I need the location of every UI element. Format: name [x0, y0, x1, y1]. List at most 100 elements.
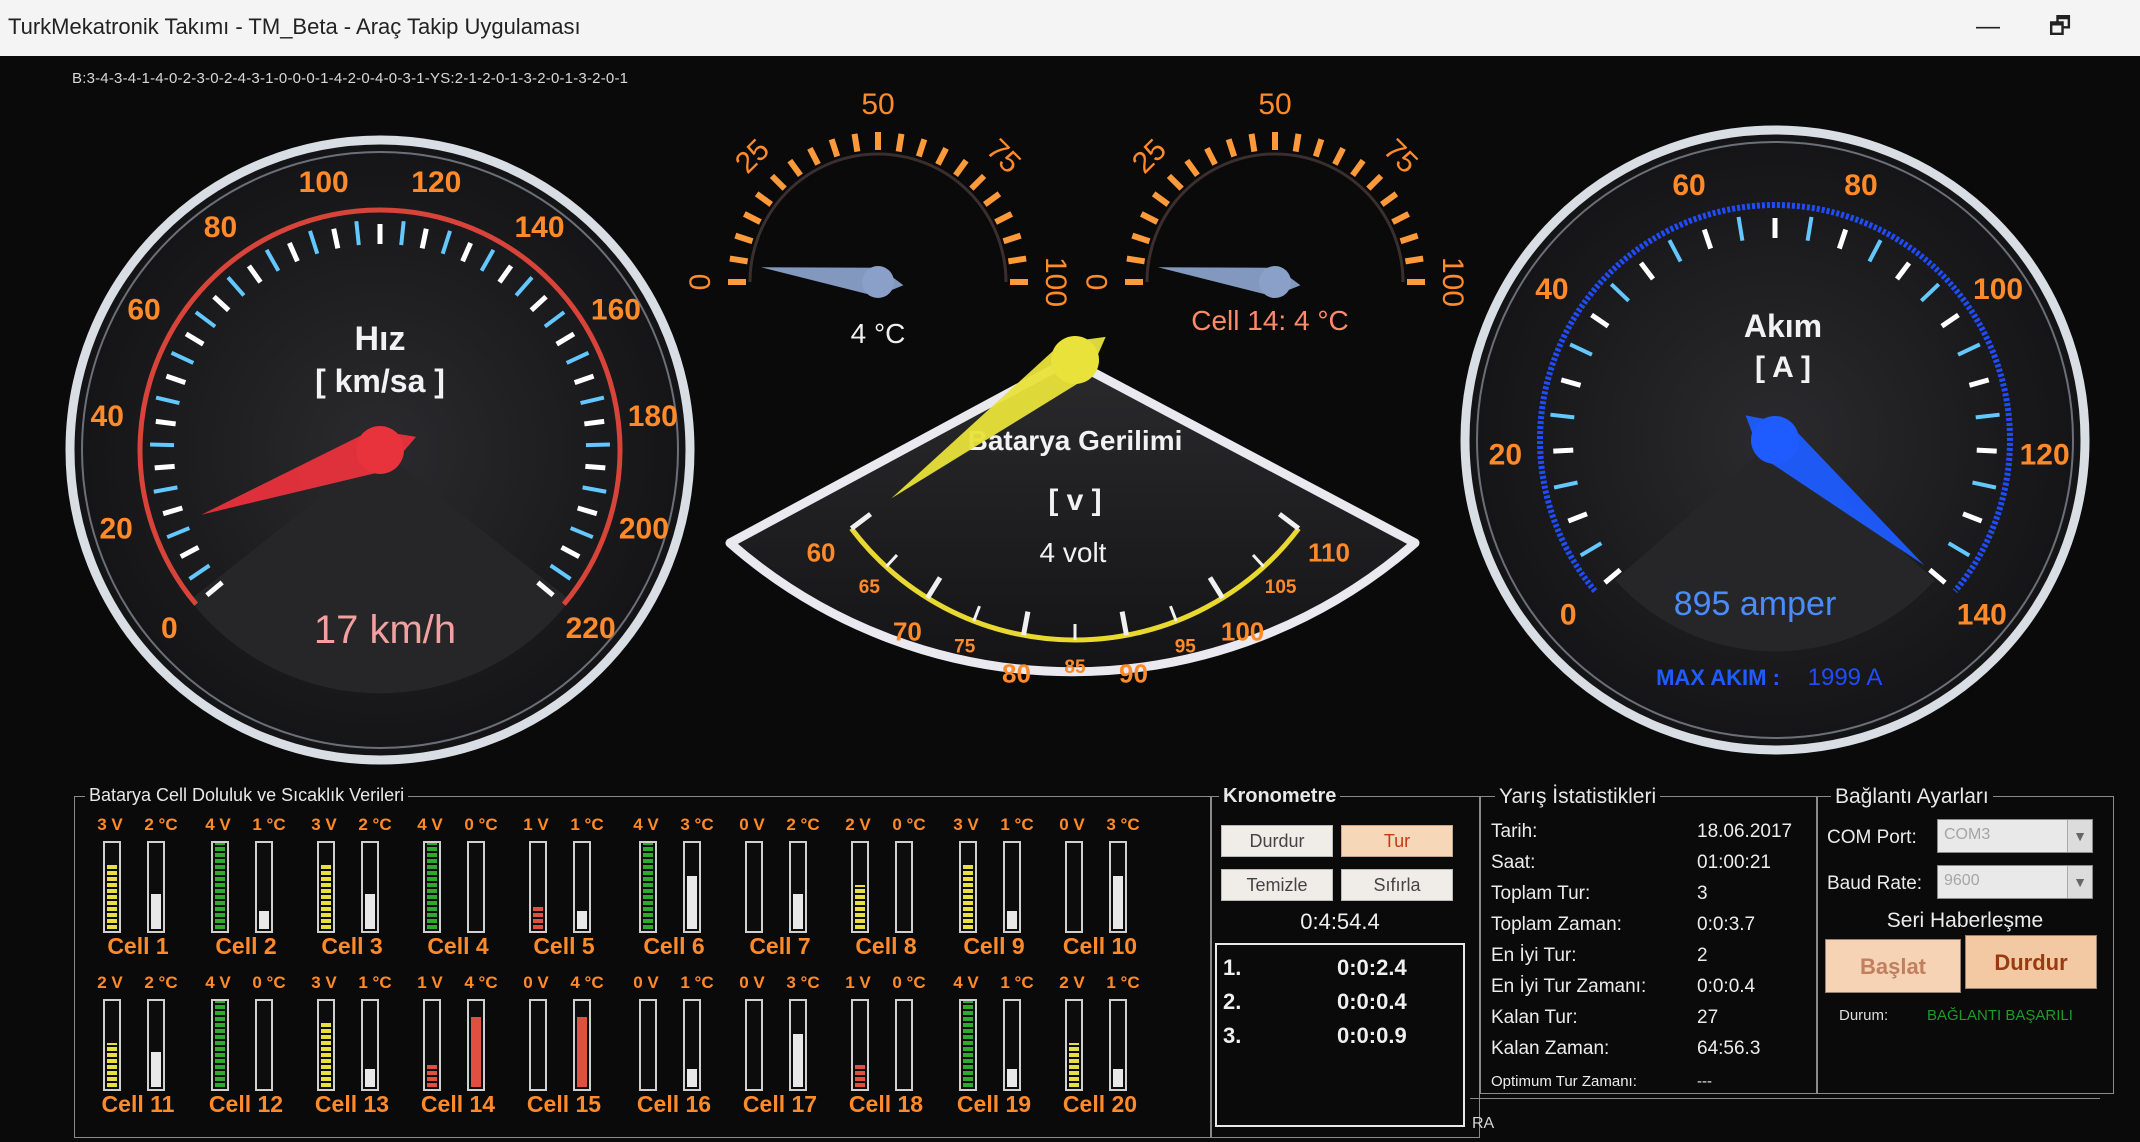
cell-voltage-bar	[1065, 999, 1083, 1091]
current-minor-tick	[1975, 412, 2000, 420]
speed-minor-tick	[585, 442, 610, 448]
baud-rate-select[interactable]: 9600 ▼	[1937, 865, 2093, 899]
temperature-gauge-1: 0 25 50 75 100 4 °C	[684, 88, 1072, 349]
cell-voltage: 4 V	[953, 973, 979, 992]
temperature-gauge-2: 0 25 50 75 100 Cell 14: 4 °C	[1081, 88, 1469, 336]
battery-panel-title: Batarya Cell Doluluk ve Sıcaklık Veriler…	[85, 785, 409, 806]
race-stats-title: Yarış İstatistikleri	[1495, 785, 1661, 809]
cell-values: 3 V 1 °C	[299, 973, 405, 995]
cell-voltage: 3 V	[97, 815, 123, 834]
stat-value: 3	[1697, 883, 1708, 904]
cell-values: 2 V 2 °C	[85, 973, 191, 995]
voltage-minor-tick-label: 85	[1064, 657, 1086, 678]
connect-start-button[interactable]: Başlat	[1825, 939, 1961, 993]
stat-label: Kalan Tur:	[1491, 1007, 1578, 1028]
cell-temperature: 1 °C	[680, 973, 714, 992]
cell-voltage: 1 V	[417, 973, 443, 992]
cell-voltage: 4 V	[205, 815, 231, 834]
cell-voltage-fill	[963, 1001, 973, 1087]
connect-stop-button[interactable]: Durdur	[1965, 935, 2097, 989]
lap-time: 0:0:2.4	[1337, 955, 1407, 980]
cell-temperature: 4 °C	[464, 973, 498, 992]
cell-values: 1 V 4 °C	[405, 973, 511, 995]
chevron-down-icon: ▼	[2067, 820, 2092, 852]
cell-voltage: 0 V	[739, 815, 765, 834]
stat-value: ---	[1697, 1073, 1712, 1090]
temperature-tick	[1139, 211, 1159, 225]
cell-temperature-bar	[1109, 999, 1127, 1091]
cell-temperature: 2 °C	[144, 973, 178, 992]
cell-name: Cell 2	[215, 933, 277, 959]
temperature-tick	[851, 133, 861, 153]
cell-values: 2 V 0 °C	[833, 815, 939, 837]
cell-values: 0 V 4 °C	[511, 973, 617, 995]
current-major-tick	[1553, 447, 1574, 454]
cell-values: 3 V 2 °C	[85, 815, 191, 837]
voltage-major-tick-label: 110	[1308, 537, 1350, 567]
cell-voltage-bar	[851, 841, 869, 933]
current-tick-label: 120	[2020, 438, 2070, 471]
battery-cell: 3 V 2 °C Cell 1	[85, 815, 191, 965]
current-tick-label: 140	[1957, 599, 2007, 632]
speed-tick-label: 100	[299, 166, 349, 199]
battery-cell: 4 V 1 °C Cell 19	[941, 973, 1047, 1123]
stat-value: 18.06.2017	[1697, 821, 1793, 842]
cell-temperature-bar	[1003, 841, 1021, 933]
cell-values: 3 V 1 °C	[941, 815, 1047, 837]
cell-voltage-bar	[745, 841, 763, 933]
stopwatch-stop-button[interactable]: Durdur	[1221, 825, 1333, 857]
battery-cell: 3 V 2 °C Cell 3	[299, 815, 405, 965]
cell-name: Cell 7	[749, 933, 811, 959]
stat-label: En İyi Tur Zamanı:	[1491, 976, 1647, 997]
cell-voltage: 2 V	[845, 815, 871, 834]
lap-time: 0:0:0.4	[1337, 989, 1407, 1014]
temperature-tick	[1248, 133, 1258, 153]
battery-cell: 1 V 0 °C Cell 18	[833, 973, 939, 1123]
speed-tick-label: 200	[619, 512, 669, 545]
current-tick-label: 20	[1489, 438, 1522, 471]
cell-temperature: 0 °C	[892, 973, 926, 992]
lap-list[interactable]: 1. 0:0:2.4 2. 0:0:0.4 3. 0:0:0.9	[1215, 943, 1465, 1127]
cell-voltage: 0 V	[633, 973, 659, 992]
max-current-value: 1999 A	[1808, 664, 1883, 691]
voltage-readout: 4 volt	[1040, 537, 1107, 568]
cell-temperature-fill	[1007, 911, 1017, 929]
cell-voltage-fill	[533, 907, 543, 929]
stopwatch-clear-button[interactable]: Temizle	[1221, 869, 1333, 901]
cell-temperature-fill	[1007, 1069, 1017, 1087]
temperature-arc	[1145, 152, 1405, 283]
lap-time: 0:0:0.9	[1337, 1023, 1407, 1048]
cell-temperature-bar	[683, 999, 701, 1091]
voltage-minor-tick-label: 75	[954, 636, 976, 657]
stopwatch-lap-button[interactable]: Tur	[1341, 825, 1453, 857]
cell-temperature-bar	[1003, 999, 1021, 1091]
stat-label: Tarih:	[1491, 821, 1538, 842]
cell-temperature-bar	[683, 841, 701, 933]
temperature-tick	[1292, 133, 1302, 153]
speed-minor-tick	[150, 442, 175, 448]
cell-name: Cell 5	[533, 933, 595, 959]
cell-voltage-fill	[427, 843, 437, 929]
temperature-arc	[748, 152, 1008, 283]
cell-voltage-fill	[107, 863, 117, 929]
app-window: TurkMekatronik Takımı - TM_Beta - Araç T…	[0, 0, 2140, 1142]
com-port-select[interactable]: COM3 ▼	[1937, 819, 2093, 853]
cell-values: 4 V 1 °C	[941, 973, 1047, 995]
speed-tick-label: 20	[99, 512, 132, 545]
cell-values: 3 V 2 °C	[299, 815, 405, 837]
temperature-tick	[1126, 255, 1146, 265]
cell-voltage-fill	[215, 1001, 225, 1087]
cell-name: Cell 16	[636, 1091, 712, 1117]
cell-temperature-bar	[573, 999, 591, 1091]
temperature-tick	[953, 158, 969, 177]
stopwatch-reset-button[interactable]: Sıfırla	[1341, 869, 1453, 901]
cell-temperature-fill	[687, 1069, 697, 1087]
cell-name: Cell 19	[956, 1091, 1032, 1117]
cell-temperature: 0 °C	[464, 815, 498, 834]
stat-value: 0:0:0.4	[1697, 976, 1756, 997]
speed-tick-label: 220	[566, 612, 616, 645]
cell-temperature: 3 °C	[786, 973, 820, 992]
current-readout: 895 amper	[1674, 585, 1837, 623]
cell-temperature: 3 °C	[1106, 815, 1140, 834]
battery-cell: 0 V 4 °C Cell 15	[511, 973, 617, 1123]
